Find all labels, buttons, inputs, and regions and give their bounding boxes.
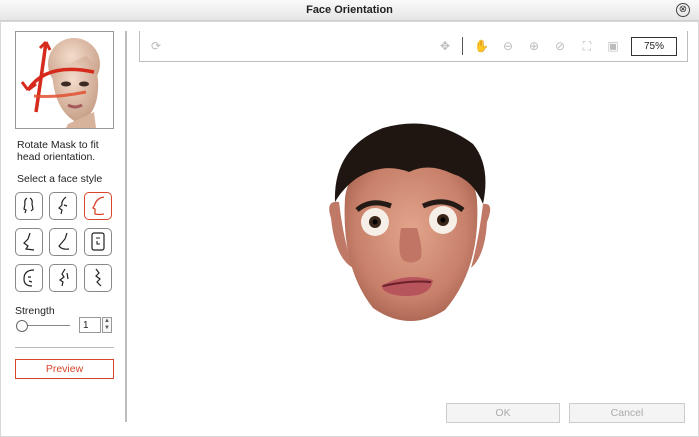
strength-label: Strength — [15, 305, 55, 317]
face-style-profile-chin[interactable] — [15, 228, 43, 256]
face-style-profile-jaw[interactable] — [49, 228, 77, 256]
divider — [15, 347, 114, 348]
head-rotate-icon — [15, 31, 114, 129]
face-style-quarter-left[interactable] — [49, 192, 77, 220]
face-style-three-quarter[interactable] — [49, 264, 77, 292]
strength-input[interactable]: 1 — [79, 317, 101, 333]
hint-text: Rotate Mask to fit head orientation. — [17, 139, 99, 163]
cancel-button[interactable]: Cancel — [569, 403, 685, 423]
zoom-in-icon[interactable]: ⊕ — [527, 39, 541, 53]
face-style-profile-right[interactable] — [84, 192, 112, 220]
hand-icon[interactable]: ✋ — [474, 39, 489, 53]
face-style-label: Select a face style — [17, 173, 103, 185]
preview-button[interactable]: Preview — [15, 359, 114, 379]
strength-slider-track[interactable] — [22, 325, 70, 326]
stepper-down-icon[interactable]: ▼ — [103, 325, 111, 332]
face-style-round-left[interactable] — [15, 264, 43, 292]
zoom-out-icon[interactable]: ⊖ — [501, 39, 515, 53]
strength-stepper[interactable]: ▲ ▼ — [102, 317, 112, 333]
stepper-up-icon[interactable]: ▲ — [103, 318, 111, 325]
panel-divider — [125, 31, 127, 422]
title-bar: Face Orientation ⊗ — [0, 0, 699, 21]
viewport-toolbar: ⟳ ✥ ✋ ⊖ ⊕ ⊘ ⛶ ▣ 75% — [139, 31, 688, 62]
actual-size-icon[interactable]: ▣ — [606, 39, 620, 53]
move-icon[interactable]: ✥ — [438, 39, 452, 53]
fit-icon[interactable]: ⛶ — [580, 39, 594, 53]
strength-slider-handle[interactable] — [16, 320, 28, 332]
reset-icon[interactable]: ⟳ — [149, 39, 163, 53]
toolbar-separator — [462, 37, 463, 55]
face-style-front[interactable] — [15, 192, 43, 220]
face-style-profile-left[interactable] — [84, 264, 112, 292]
ok-button[interactable]: OK — [446, 403, 560, 423]
window-title: Face Orientation — [306, 4, 393, 16]
face-mask-image[interactable] — [323, 118, 495, 333]
zoom-reset-icon[interactable]: ⊘ — [553, 39, 567, 53]
zoom-level[interactable]: 75% — [631, 37, 677, 56]
close-icon[interactable]: ⊗ — [676, 3, 690, 17]
face-style-front-square[interactable] — [84, 228, 112, 256]
